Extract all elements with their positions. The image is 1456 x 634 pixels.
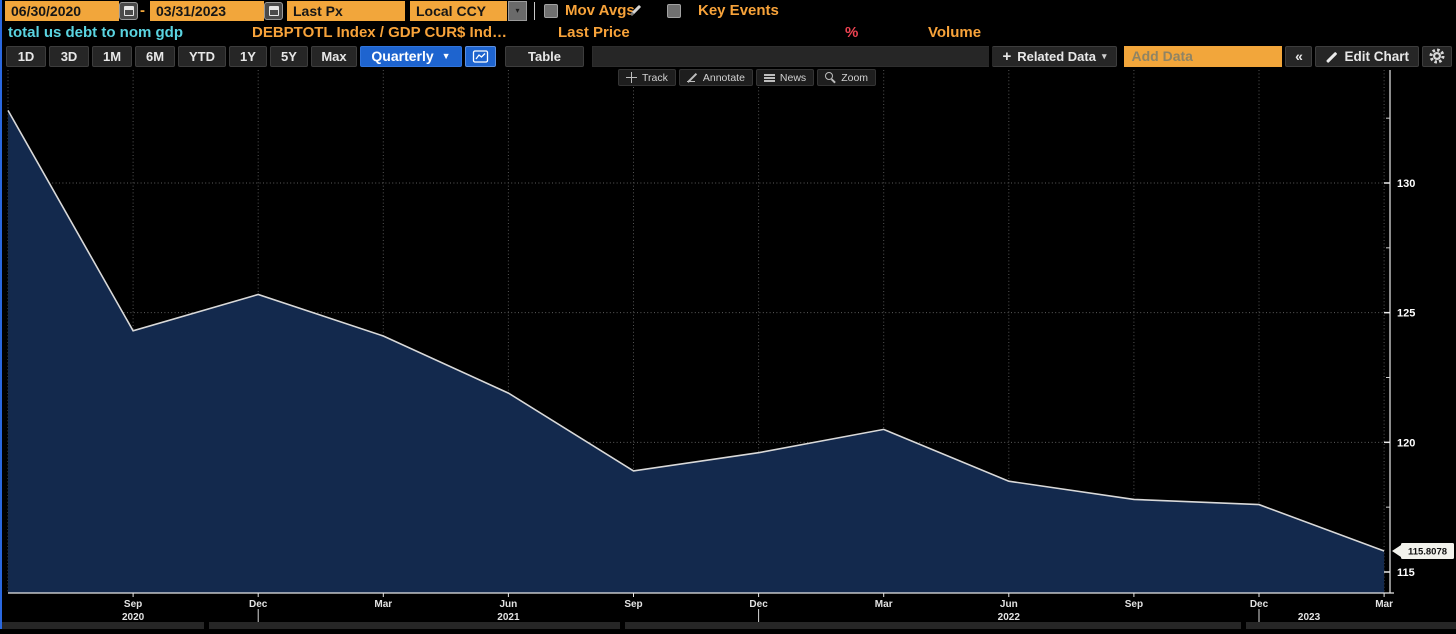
svg-text:Jun: Jun [1000, 599, 1018, 610]
start-date-calendar-button[interactable] [119, 2, 138, 20]
mov-avgs-label: Mov Avgs [565, 2, 635, 19]
volume-label: Volume [928, 24, 982, 41]
calendar-icon [268, 6, 279, 16]
percent-indicator: % [845, 24, 859, 41]
chart-tool-news-button[interactable]: News [755, 69, 815, 86]
svg-text:Dec: Dec [749, 599, 768, 610]
price-field-selector[interactable]: Last Px [287, 1, 405, 21]
chart-tool-label: Track [642, 71, 668, 84]
chart-area: Track Annotate News Zoom 115 120 125 130 Sep Dec… [0, 68, 1456, 629]
gear-icon [1429, 48, 1445, 64]
key-events-checkbox[interactable] [667, 4, 681, 18]
mov-avgs-edit-pencil-icon[interactable] [629, 3, 644, 18]
edit-chart-button[interactable]: Edit Chart [1315, 45, 1419, 67]
calendar-icon [123, 6, 134, 16]
chart-title: total us debt to nom gdp [8, 24, 183, 41]
range-button-6m[interactable]: 6M [135, 45, 175, 67]
range-button-max[interactable]: Max [311, 45, 357, 67]
svg-text:125: 125 [1397, 308, 1415, 320]
collapse-toolbar-button[interactable]: « [1285, 45, 1313, 67]
svg-text:115.8078: 115.8078 [1408, 547, 1447, 558]
annotate-icon [686, 72, 698, 83]
currency-dropdown-button[interactable]: ▾ [508, 1, 527, 21]
chart-tool-label: Zoom [841, 71, 869, 84]
range-button-1d[interactable]: 1D [6, 45, 46, 67]
svg-text:Sep: Sep [124, 599, 142, 610]
edit-chart-label: Edit Chart [1344, 48, 1409, 64]
last-price-flag: 115.8078 [1392, 543, 1454, 560]
svg-text:Dec: Dec [1250, 599, 1269, 610]
svg-text:Sep: Sep [1125, 599, 1143, 610]
svg-text:Sep: Sep [624, 599, 642, 610]
mov-avgs-checkbox[interactable] [544, 4, 558, 18]
end-date-field[interactable]: 03/31/2023 [150, 1, 264, 21]
window-left-edge [0, 0, 2, 629]
svg-text:120: 120 [1397, 437, 1415, 449]
period-label: Quarterly [371, 48, 434, 64]
svg-text:Dec: Dec [249, 599, 268, 610]
end-date-calendar-button[interactable] [264, 2, 283, 20]
currency-selector[interactable]: Local CCY [410, 1, 507, 21]
chart-settings-gear-button[interactable] [1422, 45, 1452, 67]
toolbar-filler [592, 45, 990, 67]
svg-text:130: 130 [1397, 178, 1415, 190]
chevron-down-icon: ▾ [1101, 50, 1107, 61]
line-chart-icon [472, 49, 489, 63]
chart-tools: Track Annotate News Zoom [618, 69, 877, 86]
price-type-label: Last Price [558, 24, 630, 41]
range-button-1m[interactable]: 1M [92, 45, 132, 67]
pencil-icon [1325, 50, 1338, 63]
related-data-label: Related Data [1017, 48, 1096, 64]
chart-tool-label: News [779, 71, 807, 84]
period-selector[interactable]: Quarterly ▼ [360, 45, 462, 67]
toolbar-divider [534, 2, 535, 20]
news-icon [763, 72, 775, 83]
start-date-field[interactable]: 06/30/2020 [5, 1, 119, 21]
svg-text:Mar: Mar [1375, 599, 1393, 610]
chart-tool-label: Annotate [702, 71, 745, 84]
price-chart-host: 115 120 125 130 Sep Dec Mar Jun Sep Dec Mar Jun Sep D… [0, 68, 1456, 634]
legend-bar: total us debt to nom gdp DEBPTOTL Index … [0, 22, 1456, 44]
chart-tool-zoom-button[interactable]: Zoom [817, 69, 877, 86]
svg-text:Mar: Mar [875, 599, 893, 610]
security-name[interactable]: DEBPTOTL Index / GDP CUR$ Ind… [252, 22, 507, 44]
bloomberg-gp-chart-window: { "top_bar": { "date_from": "06/30/2020"… [0, 0, 1456, 629]
zoom-icon [825, 72, 836, 83]
key-events-label: Key Events [698, 2, 779, 19]
range-button-3d[interactable]: 3D [49, 45, 89, 67]
chart-settings-bar: 06/30/2020 - 03/31/2023 Last Px Local CC… [0, 0, 1456, 22]
price-chart[interactable]: 115 120 125 130 Sep Dec Mar Jun Sep Dec Mar Jun Sep D… [0, 68, 1456, 629]
svg-text:Jun: Jun [500, 599, 518, 610]
svg-text:Mar: Mar [374, 599, 392, 610]
plus-icon: + [1002, 47, 1012, 65]
svg-text:115: 115 [1397, 567, 1415, 579]
range-button-5y[interactable]: 5Y [270, 45, 308, 67]
related-data-button[interactable]: + Related Data ▾ [992, 45, 1118, 67]
chart-tool-track-button[interactable]: Track [618, 69, 676, 86]
track-icon [626, 72, 637, 83]
add-data-input[interactable] [1124, 45, 1283, 67]
range-button-ytd[interactable]: YTD [178, 45, 226, 67]
range-buttons: 1D 3D 1M 6M YTD 1Y 5Y Max [6, 45, 357, 67]
chart-toolbar: 1D 3D 1M 6M YTD 1Y 5Y Max Quarterly ▼ Table + R… [0, 44, 1456, 68]
table-button[interactable]: Table [505, 45, 584, 67]
range-button-1y[interactable]: 1Y [229, 45, 267, 67]
chart-tool-annotate-button[interactable]: Annotate [678, 69, 753, 86]
date-range-separator: - [140, 2, 145, 19]
chart-type-button[interactable] [465, 45, 496, 67]
window-bottom-edge [0, 622, 1456, 629]
dropdown-arrow-icon: ▼ [441, 51, 451, 61]
